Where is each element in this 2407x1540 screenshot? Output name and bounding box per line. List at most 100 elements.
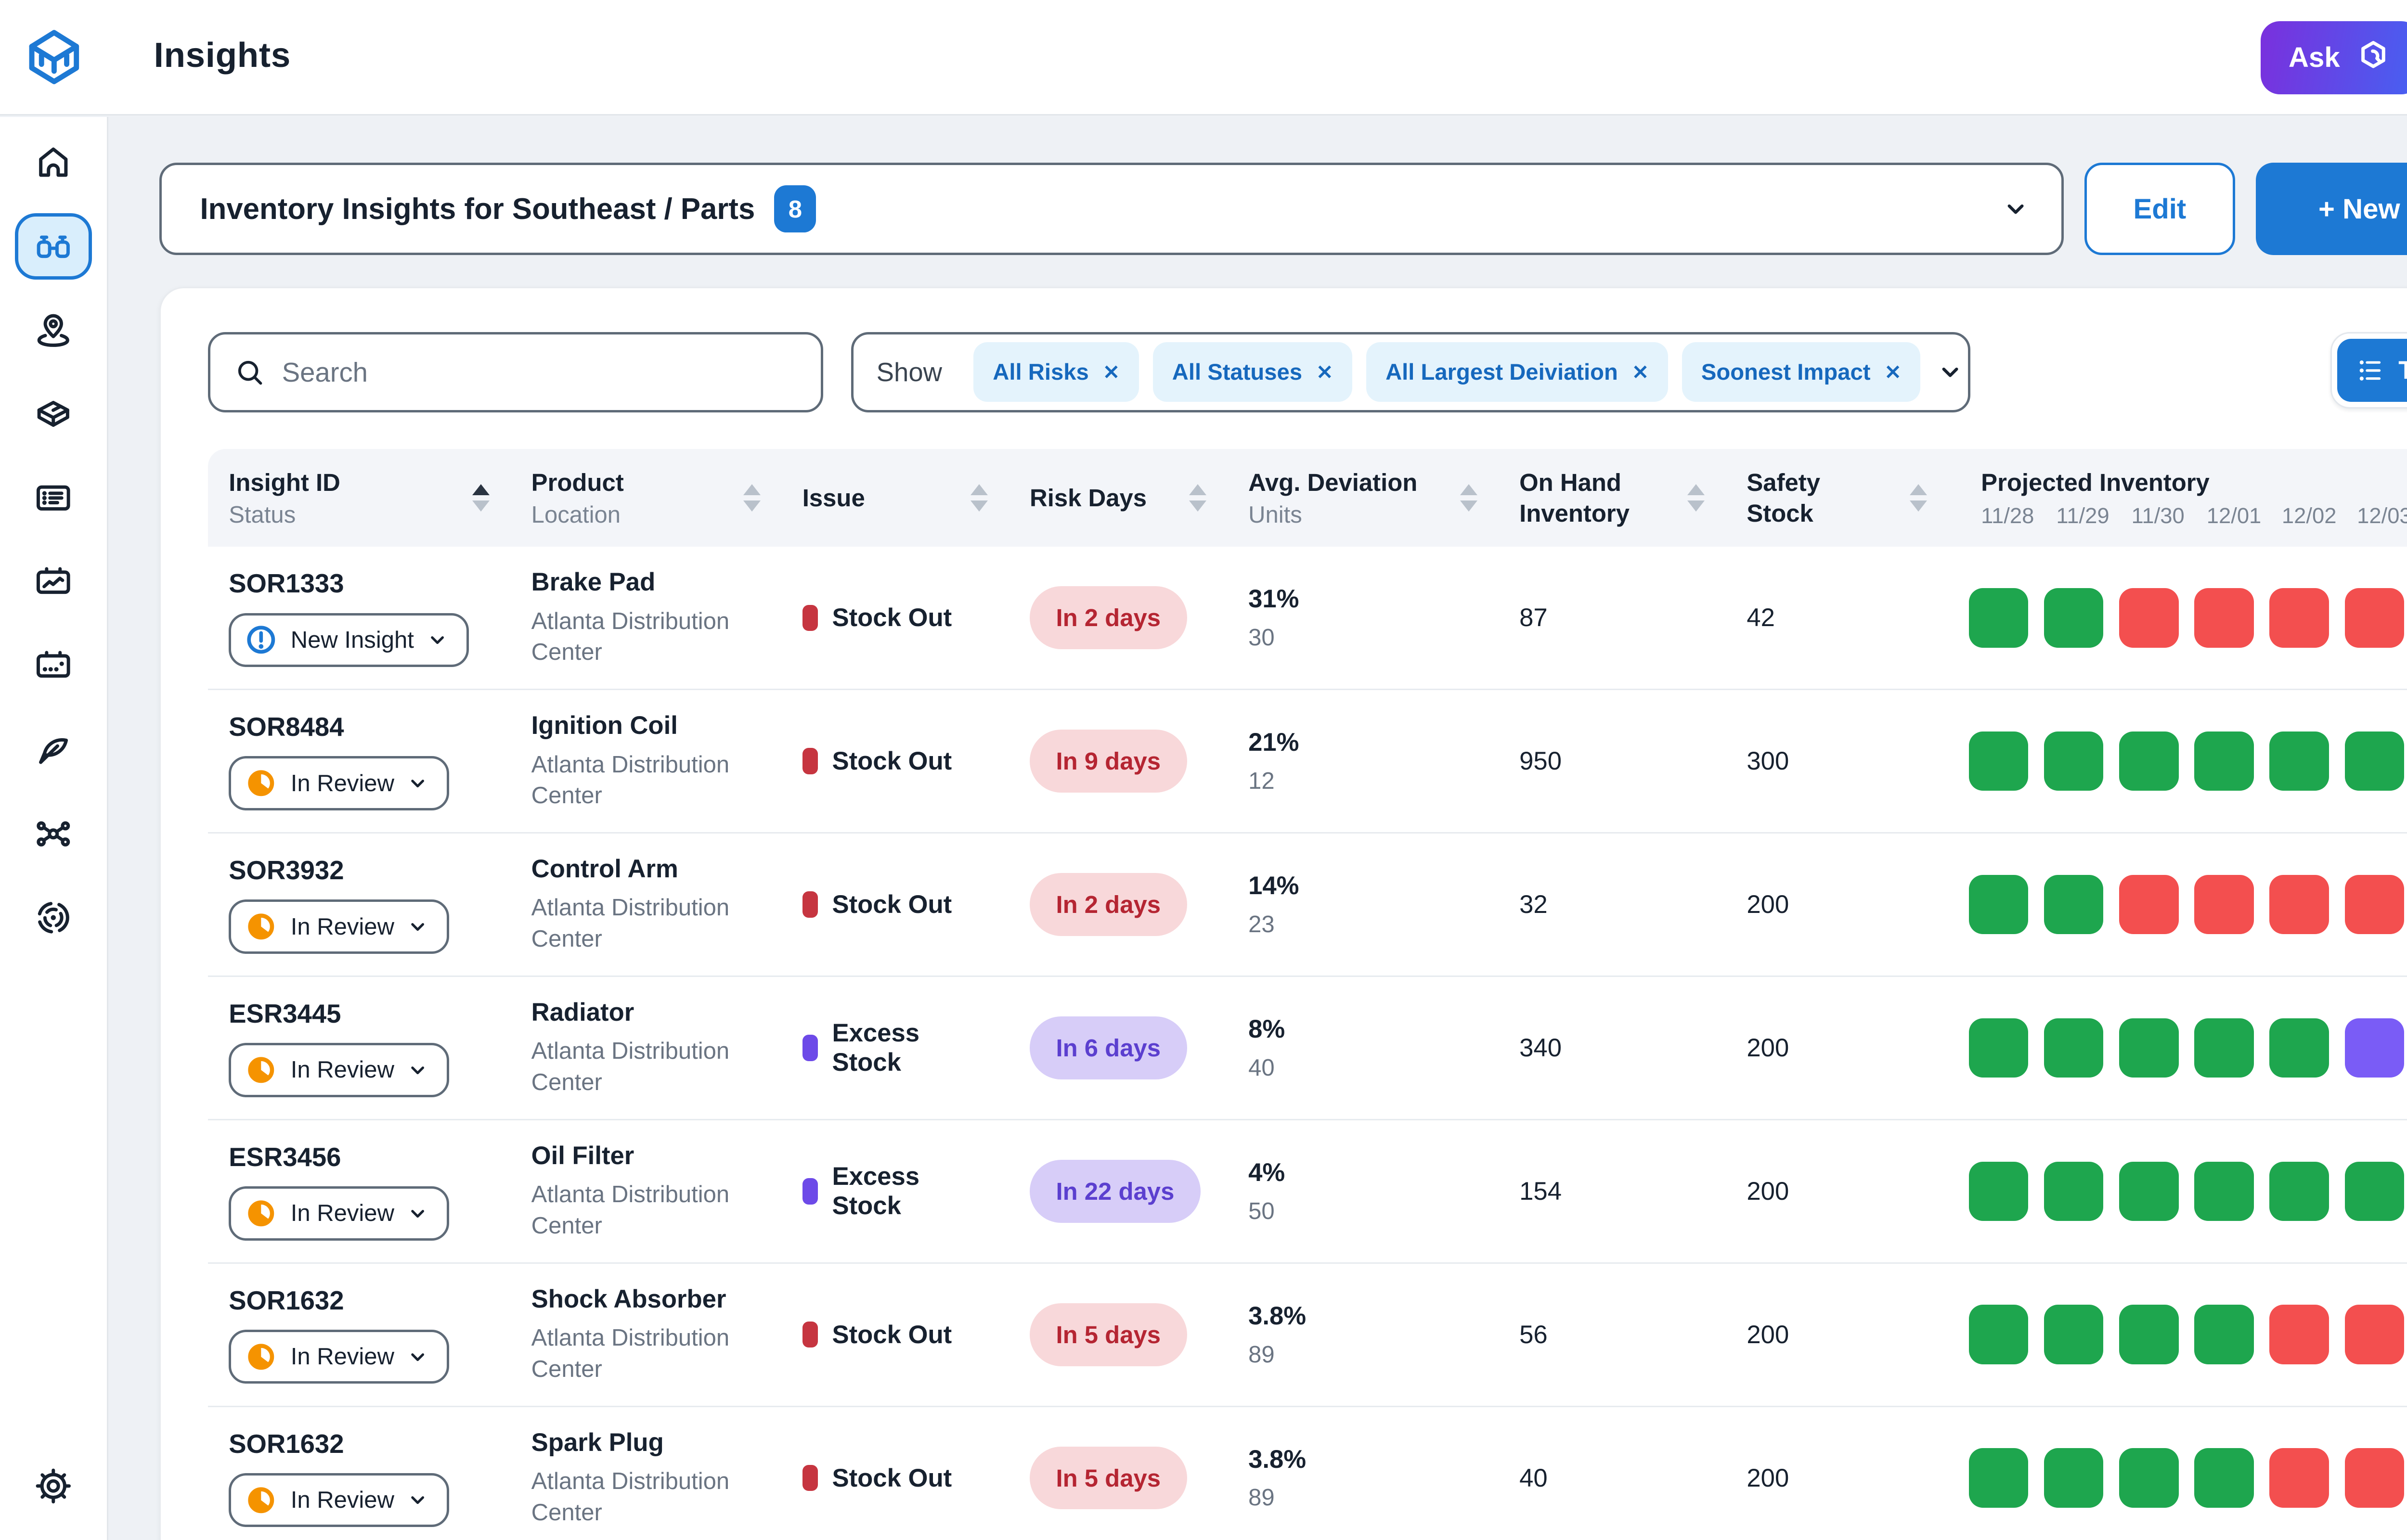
cell-deviation: 21%12 [1227,728,1498,795]
sort-control[interactable] [743,484,761,512]
close-icon[interactable]: ✕ [1103,360,1120,384]
watchlist-selected-label: Inventory Insights for Southeast / Parts [200,192,755,226]
sort-control[interactable] [472,484,490,512]
issue-indicator [802,1465,818,1491]
chevron-down-icon [406,915,429,938]
ask-button[interactable]: Ask [2261,21,2407,95]
projected-day-green [2044,1162,2104,1221]
sidebar-item-inventory[interactable] [15,381,92,448]
projected-day-green [2119,732,2179,791]
sidebar-item-locations[interactable] [15,297,92,364]
close-icon[interactable]: ✕ [1316,360,1333,384]
cell-issue: Stock Out [781,1463,1009,1493]
filter-chip[interactable]: Soonest Impact ✕ [1682,342,1921,402]
sidebar-item-home[interactable] [15,129,92,196]
product-name: Control Arm [531,854,761,884]
map-pin-icon [33,310,74,351]
status-dropdown[interactable]: In Review [229,1473,449,1527]
projected-day-green [2194,1162,2254,1221]
status-dropdown[interactable]: New Insight [229,613,469,667]
status-label: In Review [291,1200,394,1227]
status-dropdown[interactable]: In Review [229,1043,449,1097]
watchlist-count-badge: 8 [774,185,816,232]
edit-button[interactable]: Edit [2084,163,2235,256]
cell-issue: Stock Out [781,1320,1009,1349]
filter-chips: All Risks✕All Statuses✕All Largest Deivi… [973,342,1920,402]
cell-risk-days: In 2 days [1009,873,1227,936]
filter-chip[interactable]: All Largest Deiviation✕ [1366,342,1668,402]
status-dropdown[interactable]: In Review [229,756,449,810]
deviation-percent: 8% [1248,1014,1477,1044]
sort-control[interactable] [1460,484,1477,512]
status-label: New Insight [291,627,414,654]
clock-pie-icon [244,1196,279,1231]
column-title: Avg. Deviation [1248,467,1417,498]
status-dropdown[interactable]: In Review [229,1330,449,1384]
watchlist-select[interactable]: Inventory Insights for Southeast / Parts… [159,163,2064,256]
sidebar-item-targets[interactable] [15,885,92,951]
risk-days-badge: In 2 days [1030,586,1187,649]
cell-product: Ignition CoilAtlanta Distribution Center [510,711,781,811]
clock-pie-icon [244,1483,279,1518]
projected-day-red [2269,1305,2329,1364]
clock-pie-icon [244,909,279,944]
view-toggle-table[interactable]: Table [2337,339,2407,402]
sort-asc-icon [1687,484,1705,495]
issue-label: Stock Out [832,890,952,919]
cell-risk-days: In 6 days [1009,1016,1227,1079]
deviation-units: 23 [1248,911,1477,938]
projected-day-green [2345,732,2405,791]
tools-row: Show All Risks✕All Statuses✕All Largest … [208,332,2407,412]
sidebar-item-network[interactable] [15,801,92,867]
search-input[interactable] [282,357,799,388]
chevron-down-icon [406,772,429,795]
sidebar-item-orders[interactable] [15,465,92,531]
deviation-units: 89 [1248,1341,1477,1368]
package-icon [33,394,74,435]
projected-day-green [2269,1018,2329,1078]
projected-day-green [2119,1305,2179,1364]
sort-control[interactable] [971,484,988,512]
cell-insight-id: SOR1333New Insight [208,568,510,667]
cell-on-hand: 56 [1499,1320,1726,1349]
status-dropdown[interactable]: In Review [229,899,449,954]
filter-chip-label: Soonest Impact [1701,359,1871,385]
status-dropdown[interactable]: In Review [229,1186,449,1241]
deviation-units: 89 [1248,1484,1477,1511]
column-title: Projected Inventory [1981,467,2407,498]
product-location: Atlanta Distribution Center [531,1036,752,1098]
column-title: Insight ID [229,467,340,498]
sort-control[interactable] [1189,484,1206,512]
watchlist-row: Inventory Insights for Southeast / Parts… [159,163,2407,256]
product-location: Atlanta Distribution Center [531,606,752,668]
cell-issue: Stock Out [781,603,1009,632]
table-row: SOR3932In ReviewControl ArmAtlanta Distr… [208,834,2407,977]
sidebar-item-settings[interactable] [15,1453,92,1519]
product-name: Spark Plug [531,1428,761,1457]
cell-insight-id: SOR1632In Review [208,1429,510,1527]
cell-product: Control ArmAtlanta Distribution Center [510,854,781,955]
sidebar-item-reports[interactable] [15,549,92,616]
chevron-down-icon[interactable] [1936,358,1964,386]
sidebar-item-sustainability[interactable] [15,717,92,783]
cell-insight-id: ESR3445In Review [208,999,510,1097]
sort-desc-icon [1460,500,1477,512]
cell-product: Oil FilterAtlanta Distribution Center [510,1141,781,1242]
close-icon[interactable]: ✕ [1632,360,1649,384]
filter-chip[interactable]: All Statuses✕ [1153,342,1352,402]
clock-pie-icon [244,766,279,801]
close-icon[interactable]: ✕ [1885,360,1902,384]
sort-control[interactable] [1910,484,1927,512]
cell-deviation: 4%50 [1227,1158,1498,1225]
sidebar-item-planning[interactable] [15,633,92,699]
home-icon [33,142,74,183]
cell-on-hand: 87 [1499,603,1726,632]
table-header: Insight IDStatusProductLocationIssueRisk… [208,449,2407,547]
projected-day-green [2194,732,2254,791]
sort-control[interactable] [1687,484,1705,512]
sidebar-item-insights[interactable] [15,213,92,280]
filter-chip[interactable]: All Risks ✕ [973,342,1139,402]
cell-issue: Excess Stock [781,1162,1009,1220]
filter-chip-label: All Risks [993,359,1088,385]
new-insight-watchlist-button[interactable]: + New Insight Watchlist [2256,163,2407,256]
